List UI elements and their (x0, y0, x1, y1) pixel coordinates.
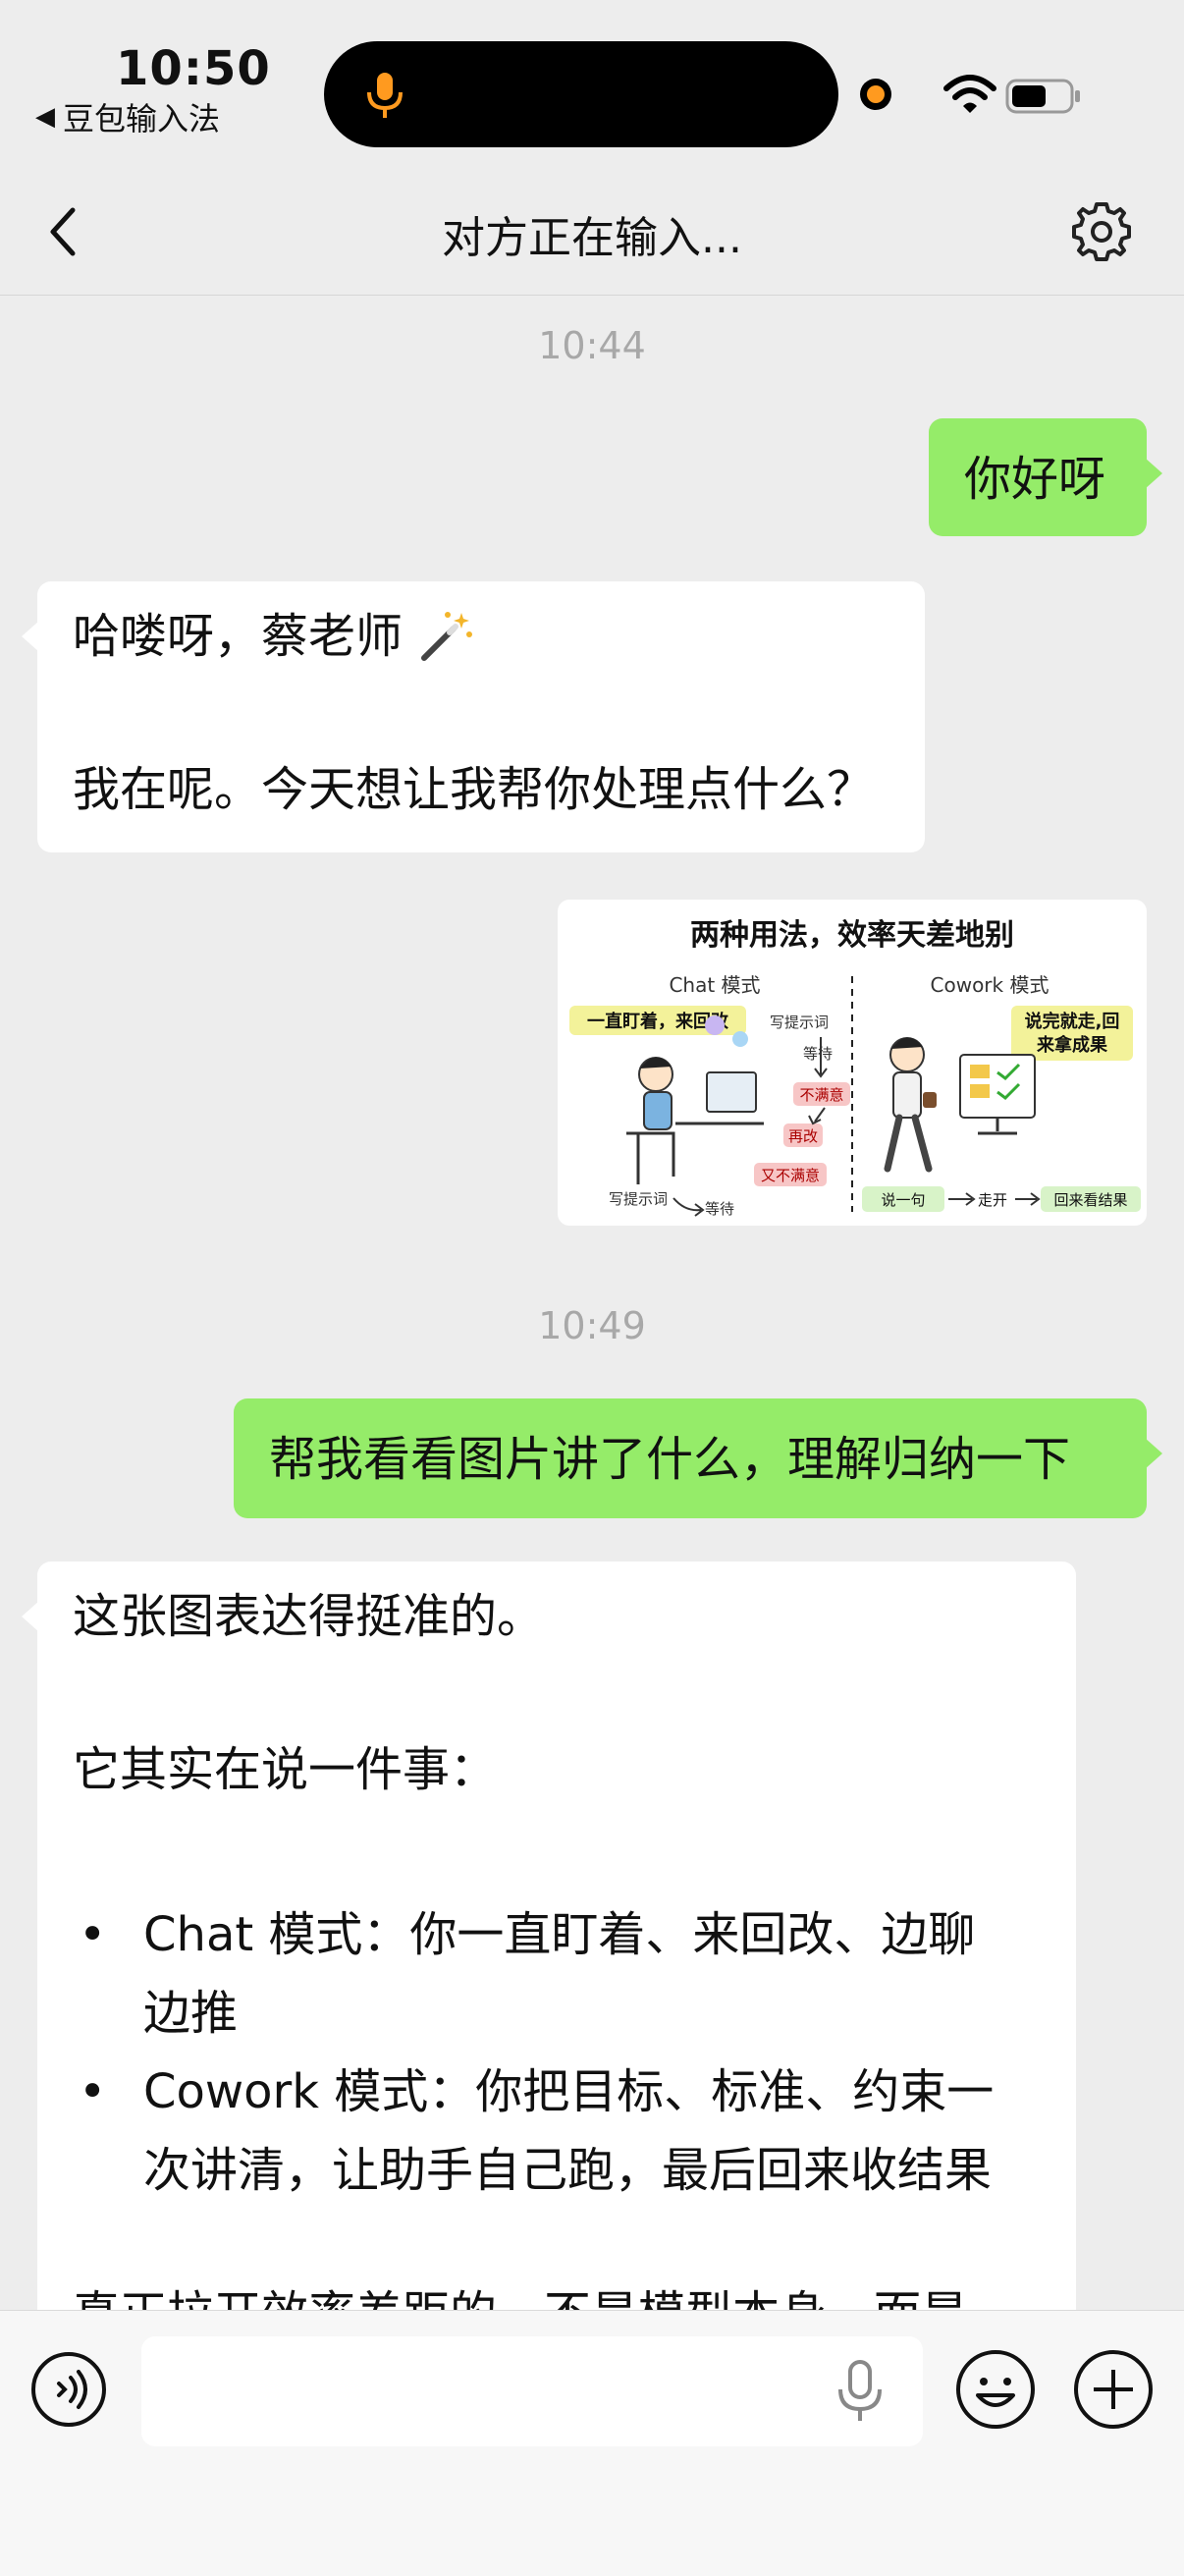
image-loop-5: 又不满意 (761, 1167, 820, 1184)
image-loop-3: 不满意 (799, 1086, 843, 1104)
my-message-bubble[interactable]: 帮我看看图片讲了什么，理解归纳一下 (234, 1398, 1162, 1518)
image-bottom-left-1: 写提示词 (609, 1190, 668, 1208)
image-loop-4: 再改 (788, 1127, 818, 1145)
emoji-icon[interactable] (954, 2348, 1037, 2431)
assistant-message-bubble[interactable]: 这张图表达得挺准的。 它其实在说一件事： Chat 模式：你一直盯着、来回改、边… (22, 1562, 1076, 2347)
message-text: 它其实在说一件事： (73, 1742, 498, 1797)
status-time: 10:50 (116, 41, 271, 96)
image-loop-1: 写提示词 (770, 1014, 829, 1031)
voice-mode-icon[interactable] (29, 2350, 108, 2429)
list-item: Cowork 模式：你把目标、标准、约束一次讲清，让助手自己跑，最后回来收结果 (73, 2053, 1015, 2210)
chat-header: 对方正在输入... (0, 167, 1184, 296)
image-title: 两种用法，效率天差地别 (690, 918, 1014, 953)
image-bottom-right-3: 回来看结果 (1053, 1191, 1127, 1209)
magic-wand-icon (421, 612, 473, 662)
battery-icon (1005, 79, 1080, 114)
microphone-icon[interactable] (833, 2358, 888, 2425)
back-triangle-icon: ◀ (35, 102, 55, 132)
gear-icon[interactable] (1068, 198, 1135, 265)
image-loop-2: 等待 (803, 1045, 833, 1063)
back-to-app-link[interactable]: ◀ 豆包输入法 (35, 94, 220, 139)
image-tag-right-1: 说完就走,回 (1025, 1011, 1120, 1032)
message-text: 帮我看看图片讲了什么，理解归纳一下 (269, 1432, 1071, 1487)
message-input[interactable] (141, 2336, 923, 2446)
message-text: 你好呀 (964, 452, 1106, 507)
image-content: 两种用法，效率天差地别 Chat 模式 Cowork 模式 一直盯着，来回改 写… (569, 918, 1141, 1218)
my-message-bubble[interactable]: 你好呀 (929, 418, 1162, 536)
add-attachment-icon[interactable] (1072, 2348, 1155, 2431)
back-app-label: 豆包输入法 (63, 100, 221, 137)
image-bottom-left-2: 等待 (705, 1200, 734, 1218)
wifi-icon (943, 75, 996, 113)
list-item: Chat 模式：你一直盯着、来回改、边聊边推 (73, 1895, 1015, 2053)
status-bar: 10:50 ◀ 豆包输入法 (0, 0, 1184, 167)
timestamp: 10:44 (538, 324, 646, 367)
message-text: 这张图表达得挺准的。 (73, 1589, 545, 1644)
image-tag-right-2: 来拿成果 (1036, 1034, 1108, 1056)
chat-title: 对方正在输入... (442, 213, 742, 263)
image-left-label: Chat 模式 (669, 973, 760, 997)
message-text: 我在呢。今天想让我帮你处理点什么？ (73, 762, 875, 817)
timestamp: 10:49 (538, 1304, 646, 1347)
microphone-icon (367, 73, 403, 118)
image-message[interactable]: 两种用法，效率天差地别 Chat 模式 Cowork 模式 一直盯着，来回改 写… (558, 900, 1147, 1226)
recording-indicator-icon (860, 79, 891, 110)
image-bottom-right-2: 走开 (978, 1191, 1007, 1209)
assistant-message-bubble[interactable]: 哈喽呀，蔡老师 我在呢。今天想让我帮你处理点什么？ (22, 581, 925, 852)
message-list: Chat 模式：你一直盯着、来回改、边聊边推 Cowork 模式：你把目标、标准… (73, 1895, 1015, 2210)
input-bar (0, 2310, 1184, 2576)
image-bottom-right-1: 说一句 (881, 1191, 925, 1209)
message-text: 哈喽呀，蔡老师 (73, 609, 404, 664)
dynamic-island (324, 41, 838, 147)
image-right-label: Cowork 模式 (931, 973, 1049, 997)
